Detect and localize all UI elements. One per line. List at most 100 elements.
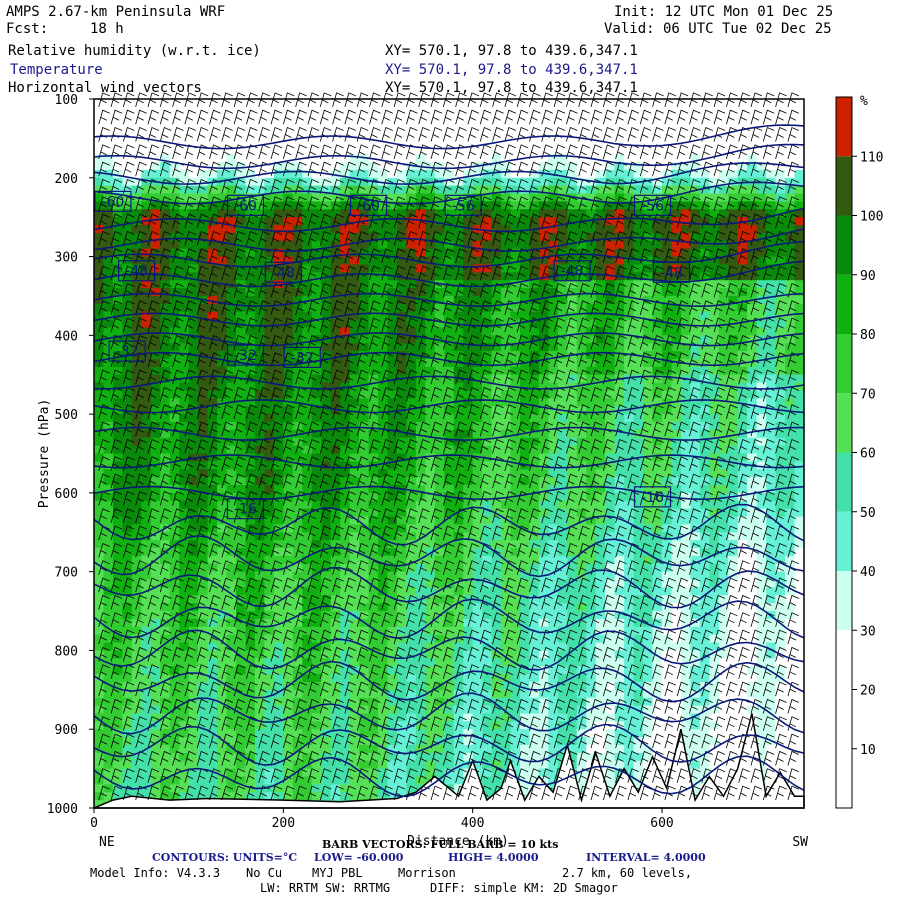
rh-cell — [520, 288, 531, 297]
rh-cell — [359, 563, 370, 573]
rh-cell — [453, 461, 464, 470]
rh-cell — [785, 469, 796, 478]
rh-cell — [728, 516, 739, 525]
rh-cell — [415, 469, 426, 478]
rh-cell — [614, 240, 625, 250]
rh-cell — [160, 106, 171, 116]
rh-cell — [359, 114, 370, 124]
rh-cell — [254, 335, 265, 344]
rh-cell — [529, 177, 540, 187]
rh-cell — [150, 618, 161, 628]
rh-cell — [633, 122, 644, 132]
rh-cell — [756, 193, 767, 203]
rh-cell — [406, 437, 417, 447]
rh-cell — [453, 414, 464, 423]
rh-cell — [510, 571, 521, 581]
rh-cell — [415, 122, 426, 132]
rh-cell — [491, 587, 502, 596]
rh-cell — [141, 343, 152, 352]
rh-cell — [491, 351, 502, 360]
rh-cell — [728, 603, 739, 612]
rh-cell — [245, 492, 256, 502]
rh-cell — [548, 461, 559, 470]
rh-cell — [188, 248, 199, 258]
rh-cell — [359, 516, 370, 525]
rh-cell — [406, 240, 417, 250]
rh-cell — [614, 382, 625, 392]
rh-cell — [141, 540, 152, 549]
rh-cell — [652, 540, 663, 549]
rh-cell — [605, 256, 616, 266]
rh-cell — [529, 390, 540, 399]
rh-cell — [283, 414, 294, 423]
rh-cell — [482, 390, 493, 399]
rh-cell — [794, 343, 805, 352]
rh-cell — [273, 500, 284, 510]
rh-cell — [150, 445, 161, 455]
rh-cell — [548, 548, 559, 557]
rh-cell — [491, 406, 502, 415]
rh-cell — [643, 461, 654, 470]
rh-cell — [94, 492, 105, 502]
rh-cell — [359, 256, 370, 266]
rh-cell — [747, 366, 758, 376]
rh-cell — [425, 382, 436, 392]
rh-cell — [510, 540, 521, 549]
rh-cell — [538, 327, 549, 336]
rh-cell — [94, 477, 105, 486]
rh-cell — [160, 477, 171, 486]
rh-cell — [643, 280, 654, 289]
rh-cell — [520, 500, 531, 510]
rh-cell — [529, 414, 540, 423]
rh-cell — [245, 437, 256, 447]
rh-cell — [160, 390, 171, 399]
rh-cell — [529, 508, 540, 518]
rh-cell — [482, 240, 493, 250]
rh-cell — [482, 201, 493, 210]
rh-cell — [141, 366, 152, 376]
rh-cell — [340, 303, 351, 313]
rh-cell — [463, 406, 474, 415]
rh-cell — [169, 295, 180, 305]
rh-cell — [236, 429, 247, 439]
rh-cell — [330, 548, 341, 557]
rh-cell — [766, 603, 777, 612]
rh-cell — [122, 122, 133, 132]
rh-cell — [766, 154, 777, 163]
rh-cell — [520, 453, 531, 462]
rh-cell — [434, 563, 445, 573]
rh-cell — [605, 477, 616, 486]
rh-cell — [160, 366, 171, 376]
rh-cell — [463, 477, 474, 486]
rh-cell — [396, 177, 407, 187]
rh-cell — [491, 146, 502, 155]
rh-cell — [264, 516, 275, 525]
rh-cell — [633, 366, 644, 376]
rh-cell — [633, 603, 644, 612]
rh-cell — [482, 130, 493, 139]
rh-cell — [160, 335, 171, 344]
rh-cell — [520, 138, 531, 147]
rh-cell — [396, 532, 407, 541]
rh-cell — [643, 225, 654, 234]
rh-cell — [283, 390, 294, 399]
rh-cell — [614, 414, 625, 423]
rh-cell — [273, 201, 284, 210]
rh-cell — [520, 398, 531, 407]
rh-cell — [794, 99, 805, 108]
rh-cell — [453, 154, 464, 163]
rh-cell — [557, 303, 568, 313]
rh-cell — [756, 280, 767, 289]
rh-cell — [273, 469, 284, 478]
rh-cell — [425, 516, 436, 525]
rh-cell — [150, 114, 161, 124]
rh-cell — [737, 209, 748, 218]
rh-cell — [340, 232, 351, 242]
rh-cell — [236, 288, 247, 297]
rh-cell — [359, 477, 370, 486]
rh-cell — [520, 209, 531, 218]
rh-cell — [520, 540, 531, 549]
rh-cell — [368, 406, 379, 415]
rh-cell — [794, 319, 805, 329]
rh-cell — [794, 114, 805, 124]
